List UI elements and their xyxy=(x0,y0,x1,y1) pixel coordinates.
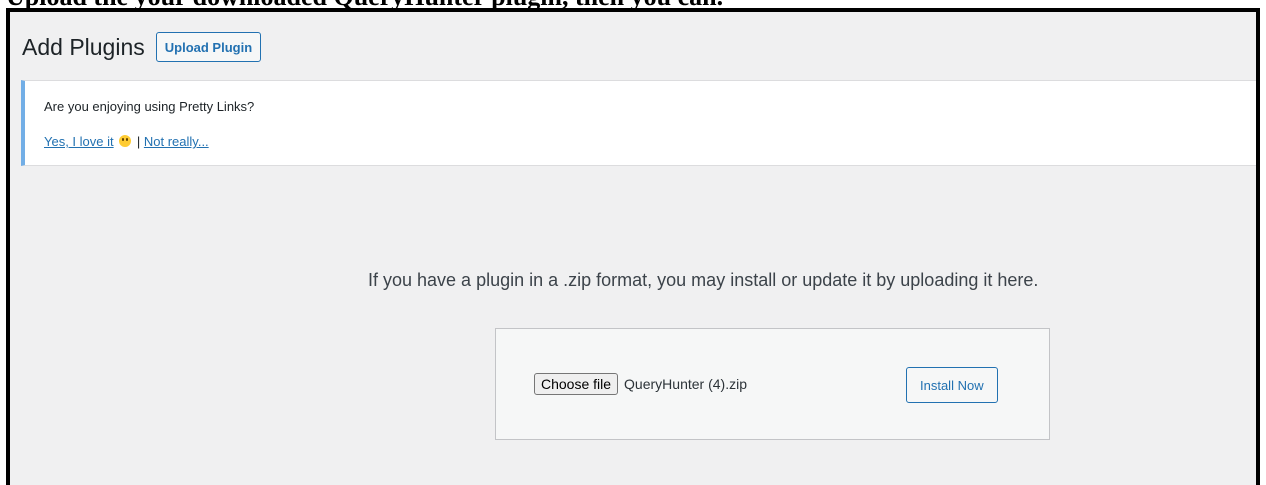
choose-file-button[interactable]: Choose file xyxy=(534,373,619,395)
caption-text: Upload the your downloaded QueryHunter p… xyxy=(6,0,723,10)
page-header: Add Plugins Upload Plugin xyxy=(22,32,262,62)
notice-question: Are you enjoying using Pretty Links? xyxy=(44,99,255,114)
upload-plugin-button[interactable]: Upload Plugin xyxy=(155,32,262,62)
upload-form: Choose file QueryHunter (4).zip Install … xyxy=(495,328,1050,440)
selected-file-name: QueryHunter (4).zip xyxy=(624,376,747,392)
smiley-icon xyxy=(119,135,132,147)
install-now-button[interactable]: Install Now xyxy=(906,367,998,403)
feedback-notice: Are you enjoying using Pretty Links? Yes… xyxy=(21,80,1256,166)
yes-love-it-link[interactable]: Yes, I love it xyxy=(44,134,114,149)
yes-link-label: Yes, I love it xyxy=(44,134,114,149)
upload-help-text: If you have a plugin in a .zip format, y… xyxy=(368,270,1039,290)
page-title: Add Plugins xyxy=(22,33,145,60)
link-separator: | xyxy=(136,134,141,149)
notice-links: Yes, I love it | Not really... xyxy=(44,134,209,149)
file-input: Choose file QueryHunter (4).zip xyxy=(534,373,747,395)
not-really-link[interactable]: Not really... xyxy=(144,134,209,149)
admin-window: Add Plugins Upload Plugin Are you enjoyi… xyxy=(6,8,1260,485)
